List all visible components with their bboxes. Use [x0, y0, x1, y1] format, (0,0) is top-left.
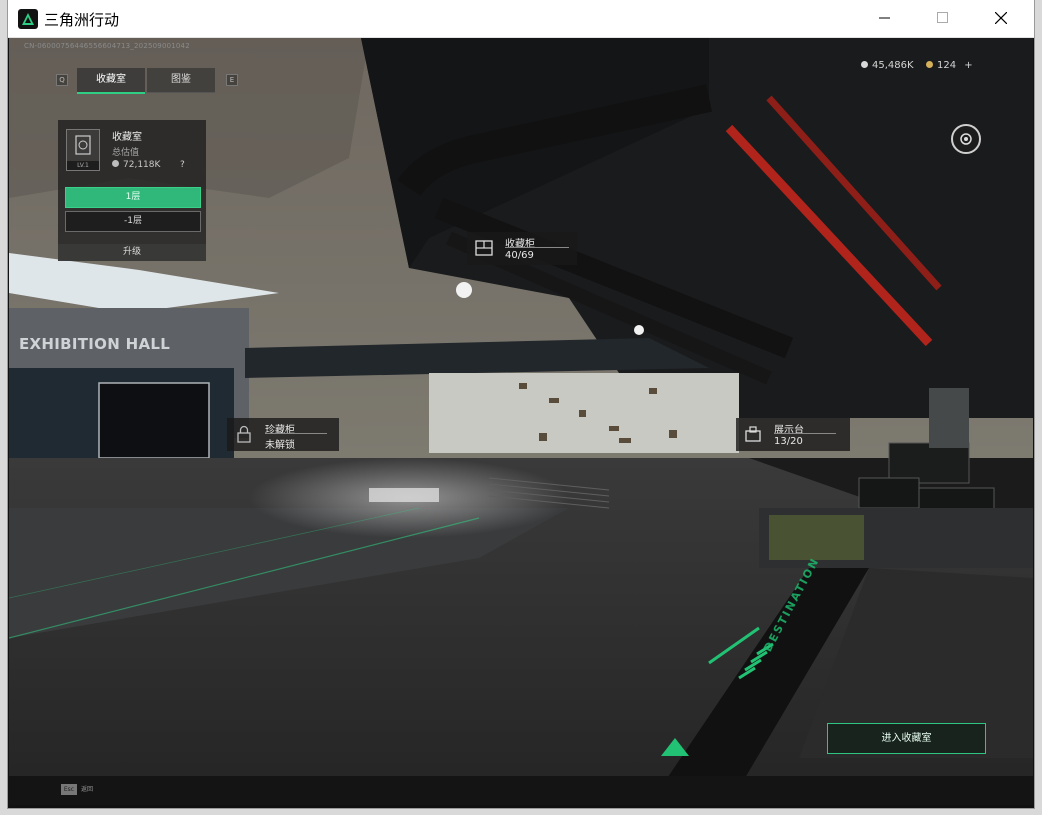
- marker-value: 40/69: [505, 250, 534, 261]
- title-bar: 三角洲行动: [8, 0, 1034, 38]
- player-id: CN-06000756446556604713_202509001042: [24, 42, 190, 50]
- camera-view-icon[interactable]: [951, 124, 981, 154]
- minimize-button[interactable]: [862, 0, 908, 37]
- total-value: 72,118K: [112, 160, 160, 170]
- silver-coin-icon: [861, 61, 868, 68]
- gold-coin-icon: [926, 61, 933, 68]
- window-title: 三角洲行动: [44, 11, 120, 29]
- total-value-text: 72,118K: [123, 160, 161, 170]
- lock-icon: [237, 425, 251, 443]
- marker-divider: [774, 433, 836, 434]
- tab-next-key[interactable]: E: [226, 74, 238, 86]
- enter-collection-room-button[interactable]: 进入收藏室: [827, 723, 986, 754]
- marker-vault[interactable]: 珍藏柜 未解锁: [227, 418, 339, 451]
- esc-key[interactable]: Esc: [61, 784, 77, 795]
- floor-1-button[interactable]: 1层: [65, 187, 201, 208]
- currency-silver[interactable]: 45,486K: [861, 60, 914, 71]
- game-viewport[interactable]: EXHIBITION HALL DESTINATION CN-060007564…: [9, 38, 1033, 805]
- exhibition-hall-sign: EXHIBITION HALL: [19, 335, 171, 353]
- maximize-button[interactable]: [920, 0, 966, 37]
- app-window: 三角洲行动 EXHIBITION HALL DESTINATION CN-060…: [8, 0, 1034, 808]
- collection-panel: LV.1 收藏室 总估值 72,118K ? 1层 -1层: [58, 120, 206, 261]
- add-currency-button[interactable]: +: [964, 60, 972, 71]
- panel-title: 收藏室: [112, 132, 142, 143]
- app-logo-icon: [18, 9, 38, 29]
- room-level: LV.1: [67, 161, 99, 170]
- help-icon[interactable]: ?: [180, 160, 185, 170]
- currency-gold[interactable]: 124 +: [926, 60, 973, 71]
- display-stand-icon: [745, 426, 761, 442]
- marker-value: 13/20: [774, 436, 803, 447]
- marker-divider: [265, 433, 327, 434]
- gold-value: 124: [937, 60, 957, 71]
- tab-prev-key[interactable]: Q: [56, 74, 68, 86]
- collection-room-icon: LV.1: [66, 129, 100, 171]
- marker-value: 未解锁: [265, 440, 295, 451]
- marker-display[interactable]: 展示台 13/20: [736, 418, 850, 451]
- close-button[interactable]: [978, 0, 1024, 37]
- marker-cabinet[interactable]: 收藏柜 40/69: [467, 232, 577, 265]
- marker-divider: [505, 247, 569, 248]
- upgrade-button[interactable]: 升级: [58, 244, 206, 261]
- panel-subtitle: 总估值: [112, 148, 140, 158]
- floor-minus1-button[interactable]: -1层: [65, 211, 201, 232]
- tab-collection-room[interactable]: 收藏室: [77, 68, 145, 94]
- esc-label: 返回: [81, 786, 94, 793]
- silver-value: 45,486K: [872, 60, 914, 71]
- silver-coin-icon: [112, 160, 119, 167]
- tab-catalog[interactable]: 图鉴: [147, 68, 215, 93]
- cabinet-icon: [475, 240, 493, 256]
